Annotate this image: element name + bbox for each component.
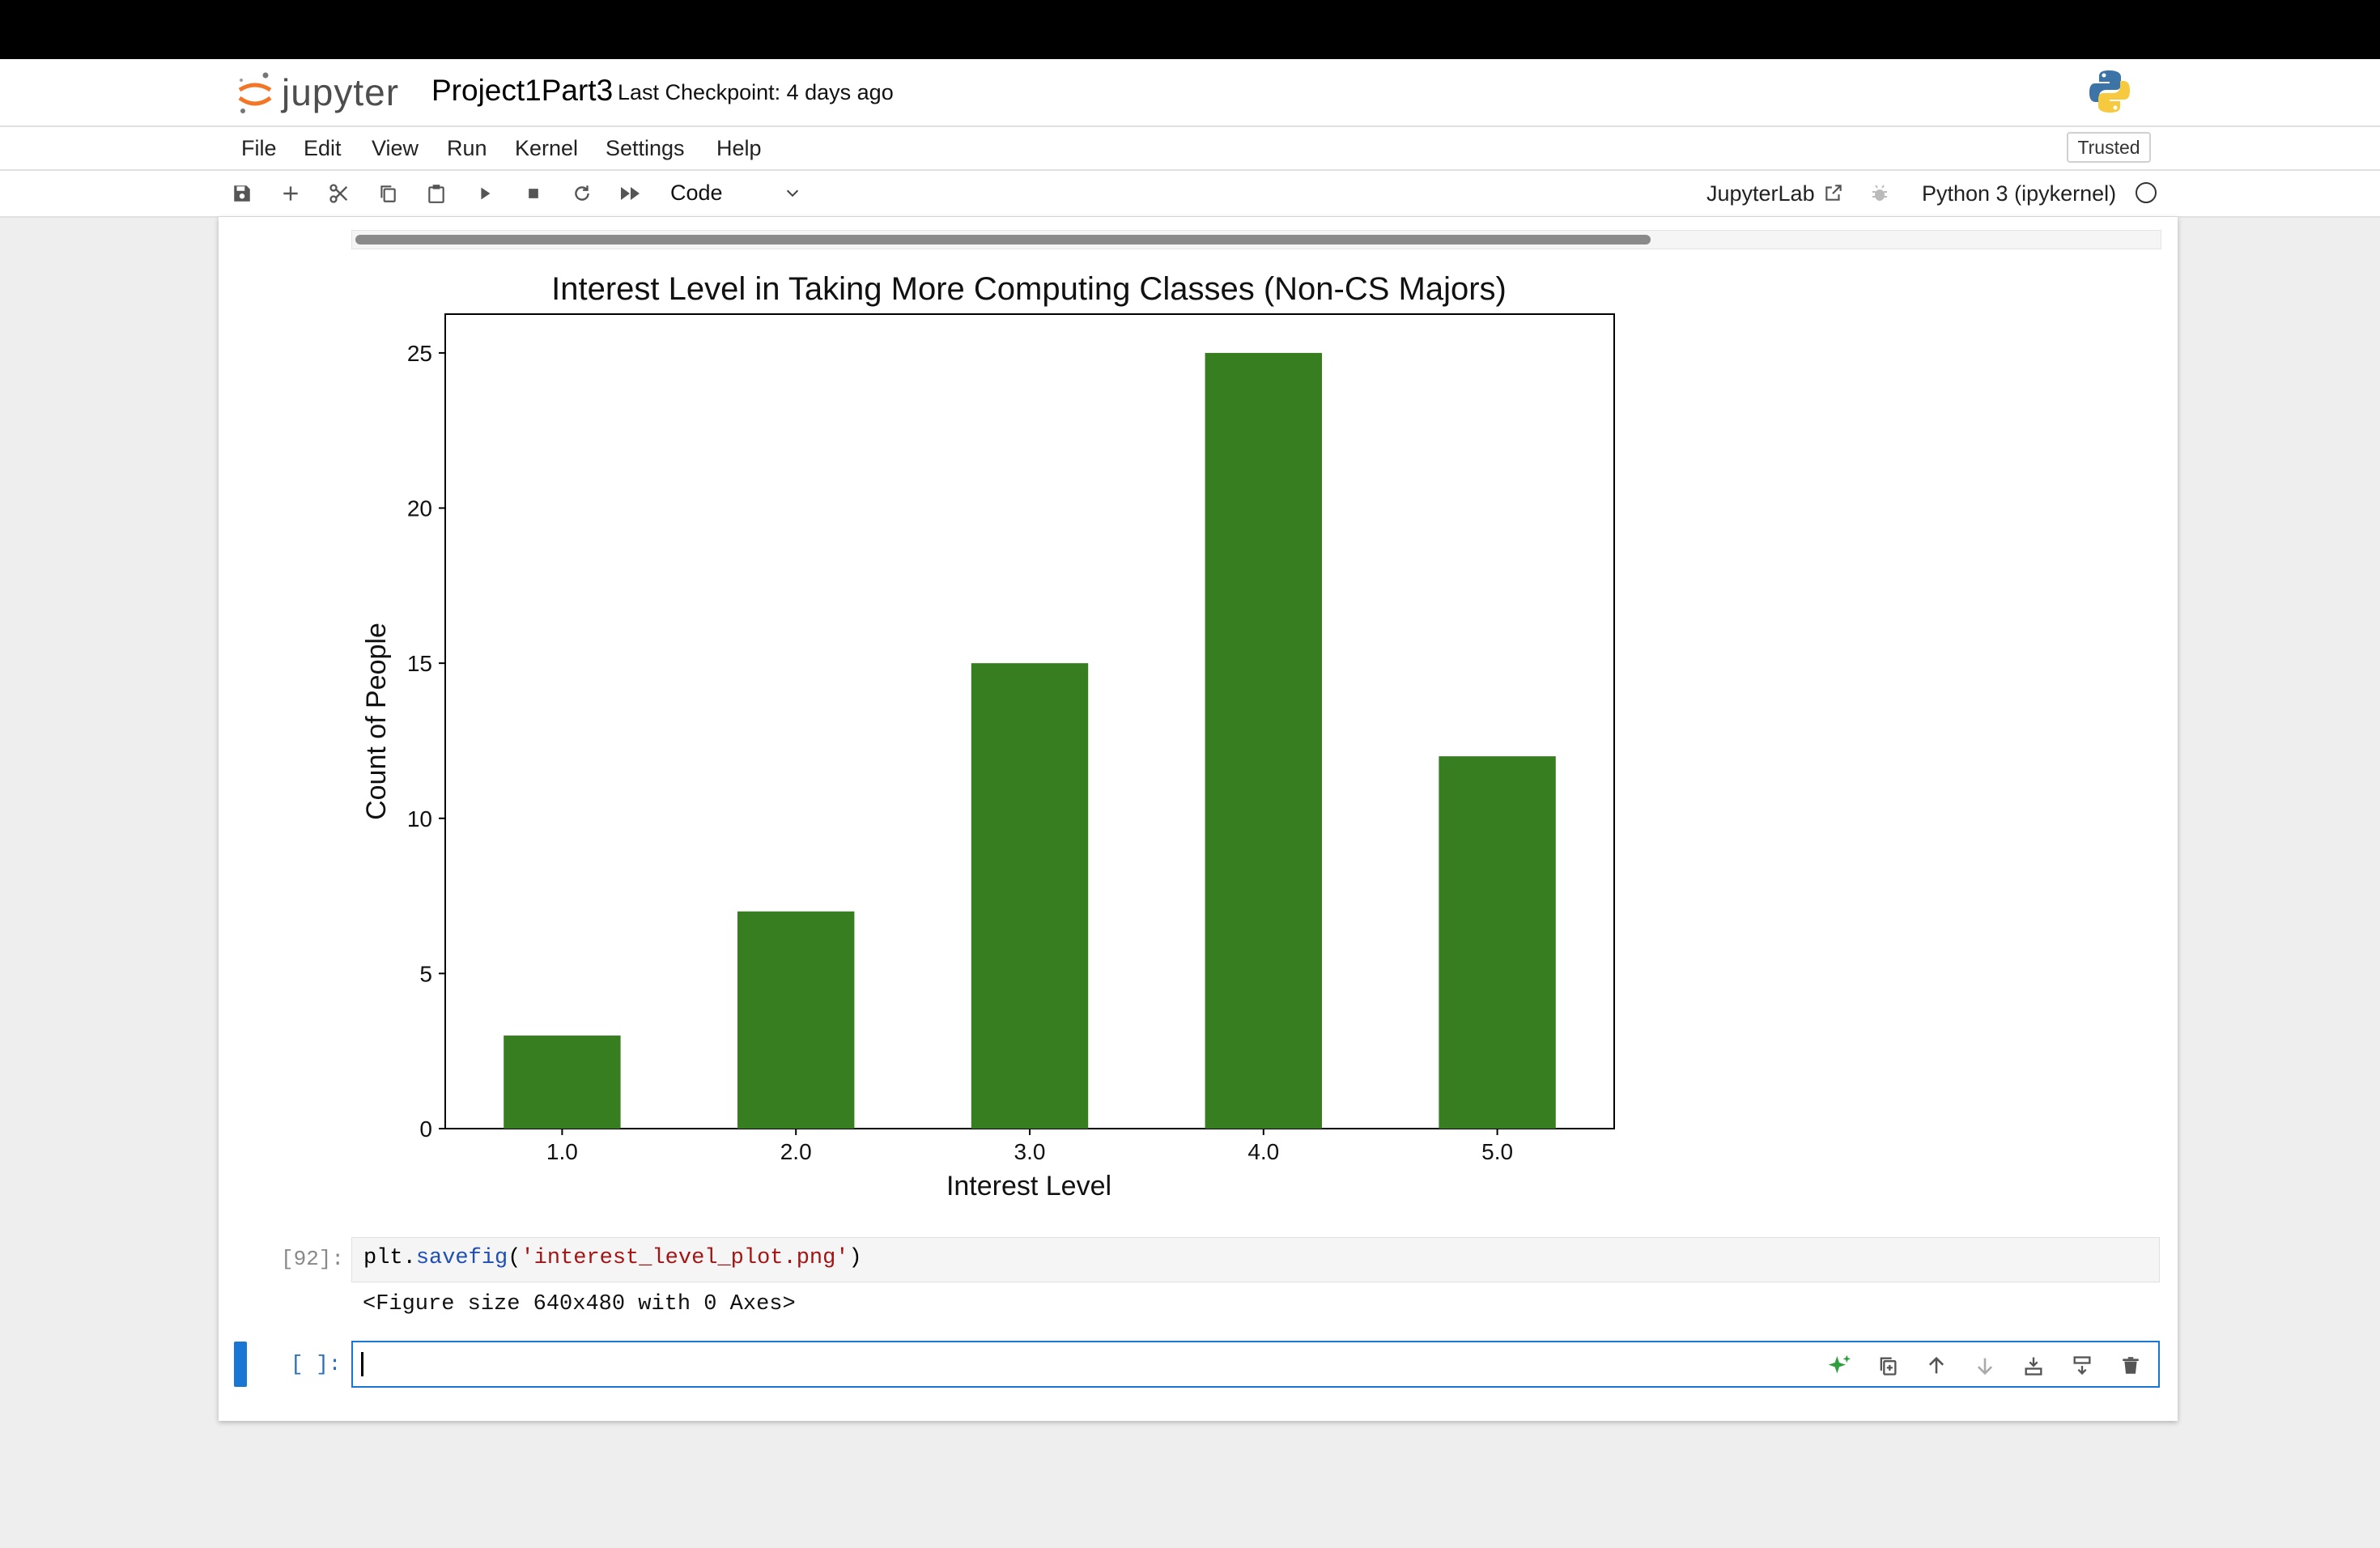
kernel-name[interactable]: Python 3 (ipykernel) — [1922, 181, 2116, 206]
bar-2.0 — [737, 911, 855, 1129]
bar-4.0 — [1205, 352, 1322, 1129]
move-up-button[interactable] — [1923, 1353, 1949, 1379]
interest-level-bar-chart: 0 5 10 15 20 25 1.0 2.0 3.0 4.0 5.0 Interest Leve… — [361, 271, 1615, 1201]
notebook-header: jupyter Project1Part3 Last Checkpoint: 4… — [0, 59, 2380, 127]
arrow-down-icon — [1977, 1358, 1993, 1376]
x-tick-label: 2.0 — [780, 1139, 812, 1164]
y-axis-label: Count of People — [361, 623, 392, 820]
x-tick-label: 5.0 — [1481, 1139, 1513, 1164]
cell-output-text: <Figure size 640x480 with 0 Axes> — [363, 1292, 796, 1316]
cell-type-value: Code — [670, 181, 723, 205]
scrollbar-thumb[interactable] — [355, 235, 1651, 245]
code-token: ) — [848, 1246, 862, 1270]
external-link-icon — [1825, 185, 1842, 201]
code-token: savefig — [415, 1246, 508, 1270]
chevron-down-icon — [786, 189, 799, 198]
duplicate-cell-button[interactable] — [1875, 1353, 1901, 1379]
cell-type-select[interactable]: Code — [670, 181, 808, 206]
sparkle-icon — [1828, 1354, 1851, 1374]
insert-above-button[interactable] — [2021, 1353, 2046, 1379]
bar-5.0 — [1439, 756, 1556, 1129]
add-cell-button[interactable] — [276, 179, 305, 208]
restart-button[interactable] — [567, 179, 597, 208]
menu-run[interactable]: Run — [447, 136, 487, 161]
y-tick-label: 10 — [407, 806, 432, 831]
insert-below-button[interactable] — [2069, 1353, 2095, 1379]
copy-button[interactable] — [373, 179, 402, 208]
restart-icon — [575, 185, 589, 201]
cut-icon — [329, 184, 348, 203]
x-axis-label: Interest Level — [946, 1171, 1111, 1201]
y-tick-label: 5 — [419, 961, 432, 986]
bar-3.0 — [971, 663, 1089, 1129]
active-cell-indicator — [234, 1342, 247, 1387]
delete-cell-button[interactable] — [2118, 1353, 2144, 1379]
kernel-status-icon — [2136, 182, 2157, 203]
restart-run-all-button[interactable] — [616, 179, 645, 208]
duplicate-icon — [1880, 1357, 1897, 1376]
add-cell-icon — [283, 186, 298, 201]
menu-help[interactable]: Help — [716, 136, 762, 161]
code-token: ( — [508, 1246, 521, 1270]
x-tick-label: 3.0 — [1014, 1139, 1046, 1164]
menu-file[interactable]: File — [241, 136, 277, 161]
cut-button[interactable] — [325, 179, 354, 208]
menu-kernel[interactable]: Kernel — [515, 136, 578, 161]
y-tick-label: 20 — [407, 496, 432, 521]
active-cell-prompt: [ ]: — [291, 1352, 342, 1376]
paste-button[interactable] — [422, 179, 451, 208]
ai-assist-button[interactable] — [1826, 1353, 1852, 1379]
stop-icon — [529, 189, 538, 198]
jupyter-logo[interactable]: jupyter — [236, 69, 399, 116]
move-down-button[interactable] — [1972, 1353, 1998, 1379]
y-tick-label: 15 — [407, 651, 432, 676]
output-horizontal-scrollbar[interactable] — [351, 230, 2161, 249]
stop-button[interactable] — [519, 179, 548, 208]
debugger-bug-icon[interactable] — [1870, 184, 1889, 203]
insert-below-icon — [2073, 1356, 2091, 1375]
notebook-toolbar: Code JupyterLab Python 3 (ipykernel) — [0, 171, 2380, 218]
python-logo-icon — [2089, 69, 2131, 118]
active-code-cell-input[interactable] — [351, 1341, 2160, 1388]
window-top-bar — [0, 0, 2380, 59]
trusted-badge[interactable]: Trusted — [2067, 132, 2151, 163]
x-tick-label: 4.0 — [1247, 1139, 1279, 1164]
code-token: plt — [363, 1246, 403, 1270]
chart-title: Interest Level in Taking More Computing … — [551, 271, 1507, 307]
jupyter-logo-icon — [238, 72, 272, 113]
menu-view[interactable]: View — [372, 136, 419, 161]
x-tick-label: 1.0 — [546, 1139, 578, 1164]
code-cell-input[interactable]: plt.savefig('interest_level_plot.png') — [351, 1237, 2160, 1282]
y-tick-label: 0 — [419, 1116, 432, 1142]
trash-icon — [2123, 1357, 2139, 1374]
jupyter-logo-text: jupyter — [282, 71, 400, 113]
code-token: . — [402, 1246, 416, 1270]
fast-forward-icon — [621, 187, 640, 200]
bar-1.0 — [504, 1036, 621, 1129]
text-caret — [361, 1352, 363, 1376]
run-button[interactable] — [470, 179, 499, 208]
checkpoint-status: Last Checkpoint: 4 days ago — [618, 80, 894, 104]
menu-settings[interactable]: Settings — [606, 136, 685, 161]
cell-prompt: [92]: — [281, 1247, 345, 1271]
code-line: plt.savefig('interest_level_plot.png') — [363, 1246, 862, 1270]
y-tick-label: 25 — [407, 341, 432, 366]
code-token: 'interest_level_plot.png' — [521, 1246, 849, 1270]
save-button[interactable] — [227, 179, 257, 208]
run-icon — [481, 187, 491, 200]
notebook-title[interactable]: Project1Part3 — [431, 74, 613, 108]
copy-icon — [380, 185, 396, 202]
arrow-up-icon — [1928, 1356, 1944, 1374]
menu-edit[interactable]: Edit — [304, 136, 342, 161]
insert-above-icon — [2025, 1357, 2042, 1376]
jupyterlab-link[interactable]: JupyterLab — [1706, 181, 1815, 206]
menu-bar: File Edit View Run Kernel Settings Help … — [0, 127, 2380, 171]
save-icon — [234, 185, 250, 202]
paste-icon — [428, 185, 444, 203]
